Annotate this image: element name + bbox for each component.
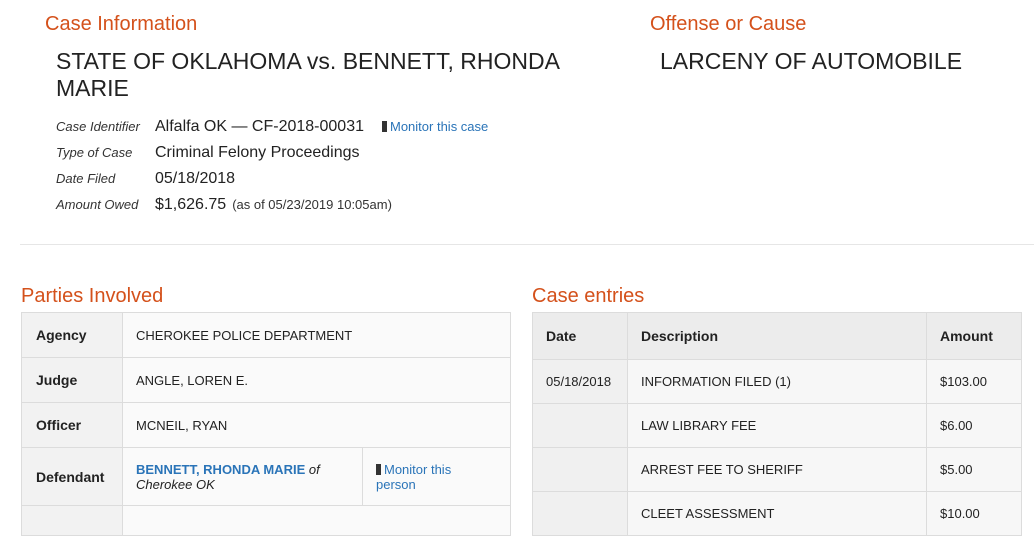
table-row: CLEET ASSESSMENT $10.00 [532,491,1022,536]
parties-table: Agency CHEROKEE POLICE DEPARTMENT Judge … [21,312,511,536]
monitor-person-label-2: person [376,476,416,492]
judge-row: Judge ANGLE, LOREN E. [21,357,511,403]
defendant-value: BENNETT, RHONDA MARIE of Cherokee OK [122,447,363,506]
case-identifier-value: Alfalfa OK — CF-2018-00031 [155,118,364,135]
case-information-heading: Case Information [45,13,198,35]
amount-owed-label: Amount Owed [56,197,139,212]
table-row: 05/18/2018 INFORMATION FILED (1) $103.00 [532,359,1022,404]
entry-date [532,491,628,536]
entry-amount: $103.00 [926,359,1022,404]
bookmark-icon [376,463,381,475]
defendant-name-link[interactable]: BENNETT, RHONDA MARIE [136,462,305,477]
agency-value: CHEROKEE POLICE DEPARTMENT [122,312,511,358]
case-type-label: Type of Case [56,145,133,160]
monitor-case-link[interactable]: Monitor this case [382,119,488,134]
entry-description: CLEET ASSESSMENT [627,491,927,536]
entry-date [532,403,628,448]
case-identifier-row: Case Identifier Alfalfa OK — CF-2018-000… [56,118,488,144]
date-filed-label: Date Filed [56,171,116,186]
entry-description: INFORMATION FILED (1) [627,359,927,404]
table-row: ARREST FEE TO SHERIFF $5.00 [532,447,1022,492]
case-type-row: Type of Case Criminal Felony Proceedings [56,144,488,170]
entry-amount: $6.00 [926,403,1022,448]
table-row: LAW LIBRARY FEE $6.00 [532,403,1022,448]
officer-label: Officer [21,402,123,448]
entry-amount: $5.00 [926,447,1022,492]
entries-header-row: Date Description Amount [532,312,1022,360]
case-entries-table: Date Description Amount 05/18/2018 INFOR… [532,312,1022,536]
case-identifier-label: Case Identifier [56,119,140,134]
entry-amount: $10.00 [926,491,1022,536]
officer-value: MCNEIL, RYAN [122,402,511,448]
case-title: STATE OF OKLAHOMA vs. BENNETT, RHONDA MA… [56,48,559,101]
entry-description: ARREST FEE TO SHERIFF [627,447,927,492]
overflow-value-cell [122,505,511,536]
date-filed-value: 05/18/2018 [155,170,236,187]
monitor-person-link[interactable]: Monitor this person [376,462,451,492]
parties-overflow-row [21,505,511,536]
bookmark-icon [382,121,387,132]
overflow-label-cell [21,505,123,536]
column-header-date[interactable]: Date [532,312,628,360]
column-header-description[interactable]: Description [627,312,927,360]
section-divider [20,244,1034,245]
monitor-person-label-1: Monitor this [384,461,452,477]
column-header-amount[interactable]: Amount [926,312,1022,360]
agency-label: Agency [21,312,123,358]
amount-owed-row: Amount Owed $1,626.75 (as of 05/23/2019 … [56,196,488,222]
defendant-of: of [308,461,320,477]
entry-date: 05/18/2018 [532,359,628,404]
offense-heading: Offense or Cause [650,13,807,35]
entry-date [532,447,628,492]
parties-heading: Parties Involved [21,285,164,307]
defendant-location: Cherokee OK [136,476,215,492]
entry-description: LAW LIBRARY FEE [627,403,927,448]
defendant-label: Defendant [21,447,123,506]
judge-value: ANGLE, LOREN E. [122,357,511,403]
offense-text: LARCENY OF AUTOMOBILE [660,48,963,74]
defendant-row: Defendant BENNETT, RHONDA MARIE of Chero… [21,447,511,506]
judge-label: Judge [21,357,123,403]
officer-row: Officer MCNEIL, RYAN [21,402,511,448]
date-filed-row: Date Filed 05/18/2018 [56,170,488,196]
case-type-value: Criminal Felony Proceedings [155,144,360,161]
agency-row: Agency CHEROKEE POLICE DEPARTMENT [21,312,511,358]
amount-as-of: (as of 05/23/2019 10:05am) [232,197,392,212]
case-details: Case Identifier Alfalfa OK — CF-2018-000… [56,118,488,222]
monitor-case-label: Monitor this case [390,119,489,134]
monitor-person-cell: Monitor this person [362,447,511,506]
amount-owed-value: $1,626.75 [155,196,227,213]
case-entries-heading: Case entries [532,285,645,307]
